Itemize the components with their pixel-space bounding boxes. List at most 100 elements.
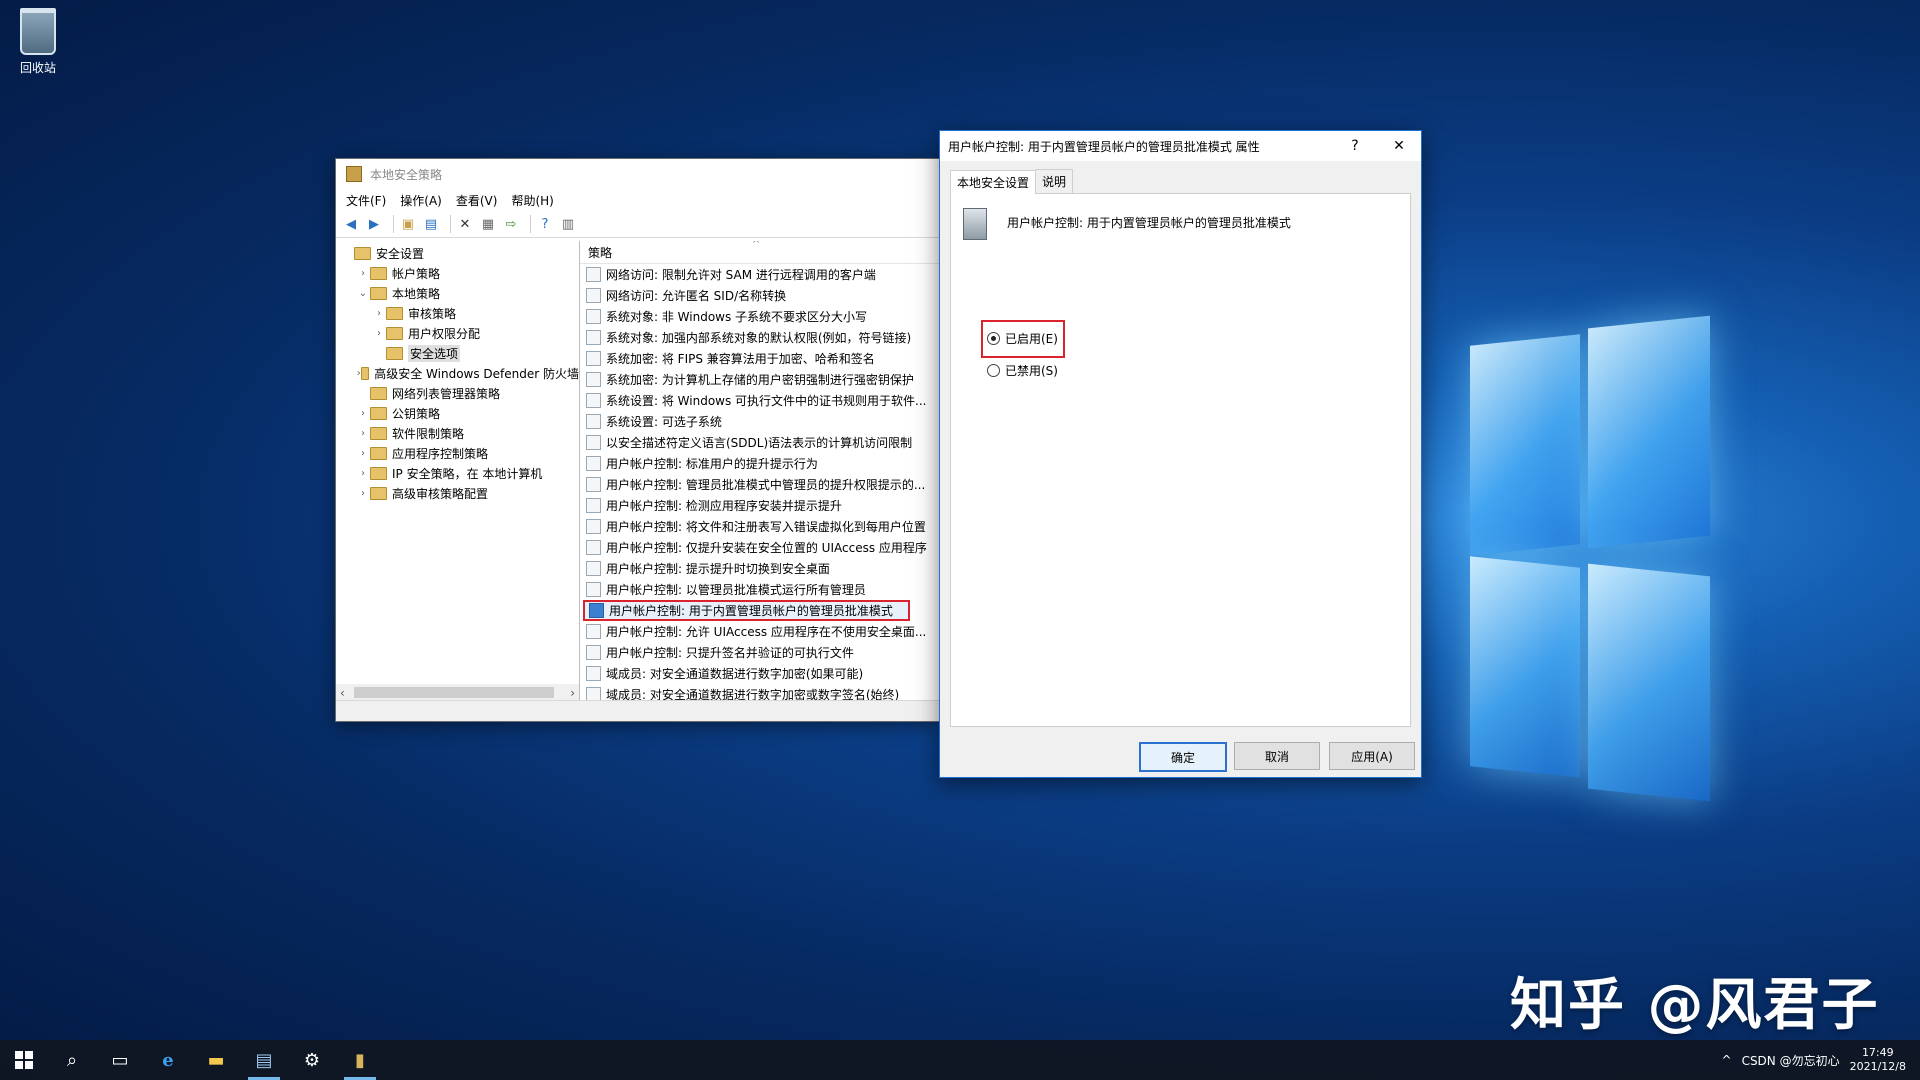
policy-icon	[586, 477, 601, 492]
tree-item[interactable]: 安全设置	[336, 243, 579, 263]
tree-item[interactable]: 网络列表管理器策略	[336, 383, 579, 403]
policy-row[interactable]: 用户帐户控制: 允许 UIAccess 应用程序在不使用安全桌面...	[580, 621, 940, 642]
server-manager-icon[interactable]: ▤	[240, 1040, 288, 1080]
close-icon[interactable]: ✕	[1377, 131, 1421, 161]
internet-explorer-icon[interactable]: e	[144, 1040, 192, 1080]
chevron-right-icon[interactable]: ›	[356, 448, 370, 459]
tab-explain[interactable]: 说明	[1035, 169, 1074, 193]
task-view-icon[interactable]: ▭	[96, 1040, 144, 1080]
up-folder-icon[interactable]: ▣	[399, 215, 417, 233]
dialog-titlebar[interactable]: 用户帐户控制: 用于内置管理员帐户的管理员批准模式 属性 ? ✕	[940, 131, 1421, 161]
policy-row[interactable]: 网络访问: 允许匿名 SID/名称转换	[580, 285, 940, 306]
folder-icon	[370, 466, 387, 480]
cancel-button[interactable]: 取消	[1234, 742, 1320, 770]
policy-row[interactable]: 系统加密: 将 FIPS 兼容算法用于加密、哈希和签名	[580, 348, 940, 369]
properties-icon[interactable]: ▦	[479, 215, 497, 233]
chevron-right-icon[interactable]: ›	[356, 268, 370, 279]
forward-arrow-icon[interactable]: ▶	[365, 215, 383, 233]
policy-row[interactable]: 用户帐户控制: 提示提升时切换到安全桌面	[580, 558, 940, 579]
policy-icon	[586, 645, 601, 660]
tree-item[interactable]: › 审核策略	[336, 303, 579, 323]
disabled-radio[interactable]	[987, 364, 1000, 377]
policy-row[interactable]: 用户帐户控制: 管理员批准模式中管理员的提升权限提示的...	[580, 474, 940, 495]
chevron-down-icon[interactable]: ⌄	[356, 288, 370, 299]
enabled-radio[interactable]	[987, 332, 1000, 345]
policy-row[interactable]: 系统对象: 非 Windows 子系统不要求区分大小写	[580, 306, 940, 327]
menu-help[interactable]: 帮助(H)	[511, 192, 553, 209]
chevron-up-icon[interactable]: ^	[1722, 1053, 1732, 1067]
policy-label: 用户帐户控制: 允许 UIAccess 应用程序在不使用安全桌面...	[606, 625, 927, 639]
chevron-right-icon[interactable]: ›	[372, 328, 386, 339]
tree-item[interactable]: › 软件限制策略	[336, 423, 579, 443]
column-header-policy[interactable]: 策略 ^	[580, 241, 940, 264]
policy-row[interactable]: 用户帐户控制: 检测应用程序安装并提示提升	[580, 495, 940, 516]
search-icon[interactable]: ⌕	[48, 1040, 96, 1080]
policy-label: 用户帐户控制: 管理员批准模式中管理员的提升权限提示的...	[606, 478, 926, 492]
policy-row[interactable]: 以安全描述符定义语言(SDDL)语法表示的计算机访问限制	[580, 432, 940, 453]
tree-item[interactable]: › 帐户策略	[336, 263, 579, 283]
apply-button[interactable]: 应用(A)	[1329, 742, 1415, 770]
mmc-titlebar[interactable]: 本地安全策略	[336, 159, 940, 189]
folder-icon	[370, 446, 387, 460]
scroll-thumb[interactable]	[354, 687, 554, 698]
policy-row[interactable]: 系统设置: 将 Windows 可执行文件中的证书规则用于软件...	[580, 390, 940, 411]
menu-file[interactable]: 文件(F)	[346, 192, 386, 209]
help-question-icon[interactable]: ?	[1333, 131, 1377, 161]
policy-row[interactable]: 用户帐户控制: 将文件和注册表写入错误虚拟化到每用户位置	[580, 516, 940, 537]
chevron-right-icon[interactable]: ›	[356, 468, 370, 479]
chevron-right-icon[interactable]: ›	[372, 308, 386, 319]
policy-row[interactable]: 用户帐户控制: 仅提升安装在安全位置的 UIAccess 应用程序	[580, 537, 940, 558]
scroll-right-icon[interactable]: ›	[570, 686, 575, 700]
folder-icon	[386, 326, 403, 340]
tree-item-label: 网络列表管理器策略	[392, 386, 501, 401]
show-hide-tree-icon[interactable]: ▤	[422, 215, 440, 233]
tree-item[interactable]: 安全选项	[336, 343, 579, 363]
toolbar-separator	[530, 215, 531, 233]
ok-button[interactable]: 确定	[1139, 742, 1227, 772]
policy-row[interactable]: 域成员: 对安全通道数据进行数字加密(如果可能)	[580, 663, 940, 684]
clock[interactable]: 17:49 2021/12/8	[1850, 1046, 1906, 1074]
policy-row[interactable]: 系统加密: 为计算机上存储的用户密钥强制进行强密钥保护	[580, 369, 940, 390]
policy-row[interactable]: 系统对象: 加强内部系统对象的默认权限(例如，符号链接)	[580, 327, 940, 348]
tree-horizontal-scrollbar[interactable]: ‹ ›	[336, 684, 579, 701]
policy-row[interactable]: 用户帐户控制: 标准用户的提升提示行为	[580, 453, 940, 474]
security-policy-taskbar-icon[interactable]: ▮	[336, 1040, 384, 1080]
delete-icon[interactable]: ✕	[456, 215, 474, 233]
policy-row[interactable]: 用户帐户控制: 只提升签名并验证的可执行文件	[580, 642, 940, 663]
enabled-radio-option[interactable]: 已启用(E)	[987, 330, 1058, 347]
file-explorer-icon[interactable]: ▬	[192, 1040, 240, 1080]
tree-item[interactable]: › 用户权限分配	[336, 323, 579, 343]
tab-local-security-setting[interactable]: 本地安全设置	[950, 170, 1037, 194]
policy-label: 系统设置: 将 Windows 可执行文件中的证书规则用于软件...	[606, 394, 927, 408]
menu-view[interactable]: 查看(V)	[456, 192, 498, 209]
export-list-icon[interactable]: ⇨	[502, 215, 520, 233]
action-pane-icon[interactable]: ▥	[559, 215, 577, 233]
start-button[interactable]	[0, 1040, 48, 1080]
policy-label: 域成员: 对安全通道数据进行数字加密或数字签名(始终)	[606, 688, 900, 701]
policy-row[interactable]: 网络访问: 限制允许对 SAM 进行远程调用的客户端	[580, 264, 940, 285]
disabled-radio-option[interactable]: 已禁用(S)	[987, 362, 1058, 379]
scroll-left-icon[interactable]: ‹	[340, 686, 345, 700]
tree-item[interactable]: ⌄ 本地策略	[336, 283, 579, 303]
chevron-right-icon[interactable]: ›	[356, 408, 370, 419]
recycle-bin-shortcut[interactable]: 回收站	[14, 8, 62, 76]
help-icon[interactable]: ?	[536, 215, 554, 233]
policy-row[interactable]: 用户帐户控制: 以管理员批准模式运行所有管理员	[580, 579, 940, 600]
back-arrow-icon[interactable]: ◀	[342, 215, 360, 233]
folder-icon	[370, 386, 387, 400]
settings-gear-icon[interactable]: ⚙	[288, 1040, 336, 1080]
policy-row[interactable]: 系统设置: 可选子系统	[580, 411, 940, 432]
tree-item[interactable]: › 高级安全 Windows Defender 防火墙	[336, 363, 579, 383]
tree-item[interactable]: › 公钥策略	[336, 403, 579, 423]
policy-row[interactable]: 域成员: 对安全通道数据进行数字加密或数字签名(始终)	[580, 684, 940, 701]
tree-item[interactable]: › IP 安全策略，在 本地计算机	[336, 463, 579, 483]
menu-action[interactable]: 操作(A)	[400, 192, 442, 209]
tree-item[interactable]: › 应用程序控制策略	[336, 443, 579, 463]
server-policy-icon	[963, 208, 987, 240]
policy-row[interactable]: 用户帐户控制: 用于内置管理员帐户的管理员批准模式	[583, 600, 910, 621]
tree-item[interactable]: › 高级审核策略配置	[336, 483, 579, 503]
chevron-right-icon[interactable]: ›	[356, 428, 370, 439]
policy-label: 用户帐户控制: 用于内置管理员帐户的管理员批准模式	[609, 604, 893, 618]
policy-label: 域成员: 对安全通道数据进行数字加密(如果可能)	[606, 667, 864, 681]
chevron-right-icon[interactable]: ›	[356, 488, 370, 499]
